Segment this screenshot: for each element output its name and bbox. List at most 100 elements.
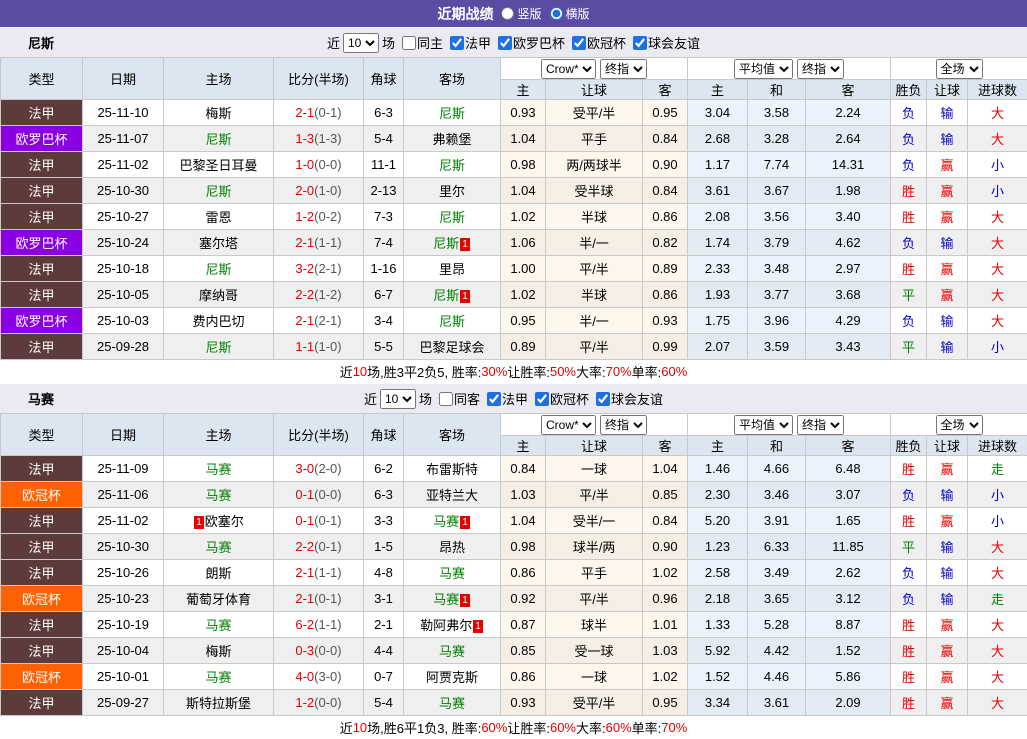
odds-home-cell: 1.03 xyxy=(501,482,546,508)
same-home-checkbox[interactable] xyxy=(402,36,416,50)
same-away-checkbox[interactable] xyxy=(439,392,453,406)
avg-draw-cell: 3.77 xyxy=(748,282,806,308)
result-cell: 胜 xyxy=(891,204,927,230)
horizontal-layout-option[interactable]: 横版 xyxy=(550,5,590,22)
home-team-cell: 斯特拉斯堡 xyxy=(164,690,274,716)
away-team-cell: 马赛 xyxy=(404,690,501,716)
team-label: 摩纳哥 xyxy=(199,288,238,303)
odds-source-select[interactable]: Crow* xyxy=(541,415,596,435)
odds-source-select[interactable]: Crow* xyxy=(541,59,596,79)
avg-time-select[interactable]: 终指 xyxy=(797,59,844,79)
avg-time-select[interactable]: 终指 xyxy=(797,415,844,435)
away-team-cell: 尼斯 xyxy=(404,308,501,334)
odds-handicap-cell: 平/半 xyxy=(546,256,643,282)
avg-away-cell: 1.65 xyxy=(806,508,891,534)
horizontal-layout-radio[interactable] xyxy=(550,7,563,20)
date-cell: 25-11-10 xyxy=(83,100,164,126)
team-label: 尼斯 xyxy=(439,106,465,121)
odds-time-select[interactable]: 终指 xyxy=(600,415,647,435)
goals-result-cell: 小 xyxy=(968,178,1027,204)
corner-cell: 6-3 xyxy=(364,100,404,126)
result-cell: 胜 xyxy=(891,638,927,664)
match-count-select[interactable]: 10 xyxy=(380,389,416,409)
odds-home-cell: 0.85 xyxy=(501,638,546,664)
odds-home-cell: 0.84 xyxy=(501,456,546,482)
vertical-layout-option[interactable]: 竖版 xyxy=(501,5,541,22)
odds-away-cell: 1.01 xyxy=(643,612,688,638)
avg-away-cell: 4.29 xyxy=(806,308,891,334)
team-label: 马赛 xyxy=(205,462,231,477)
league-filter-europa[interactable]: 欧罗巴杯 xyxy=(494,33,565,52)
europa-checkbox[interactable] xyxy=(498,36,512,50)
summary-segment: 60% xyxy=(481,720,507,735)
odds-home-cell: 0.95 xyxy=(501,308,546,334)
league-filter-ucl[interactable]: 欧冠杯 xyxy=(531,389,589,408)
same-away-option[interactable]: 同客 xyxy=(435,389,480,408)
result-cell: 胜 xyxy=(891,456,927,482)
odds-handicap-cell: 受一球 xyxy=(546,638,643,664)
home-team-cell: 葡萄牙体育 xyxy=(164,586,274,612)
match-row: 法甲25-11-10梅斯2-1(0-1)6-3尼斯0.93受平/半0.953.0… xyxy=(1,100,1027,126)
goals-result-cell: 大 xyxy=(968,690,1027,716)
halftime-score: (1-0) xyxy=(314,183,341,198)
scope-select[interactable]: 全场 xyxy=(936,59,983,79)
avg-source-select[interactable]: 平均值 xyxy=(734,59,793,79)
league-filter-friendly[interactable]: 球会友谊 xyxy=(592,389,663,408)
league-cell: 欧冠杯 xyxy=(1,586,83,612)
corner-cell: 6-3 xyxy=(364,482,404,508)
team-label: 巴黎圣日耳曼 xyxy=(179,158,257,173)
handicap-result-cell: 赢 xyxy=(927,178,968,204)
col-avg-draw: 和 xyxy=(748,80,806,100)
home-team-cell: 马赛 xyxy=(164,482,274,508)
goals-result-cell: 走 xyxy=(968,456,1027,482)
avg-draw-cell: 3.48 xyxy=(748,256,806,282)
odds-handicap-cell: 平/半 xyxy=(546,334,643,360)
col-goals: 进球数 xyxy=(968,436,1027,456)
odds-home-cell: 0.89 xyxy=(501,334,546,360)
friendly-checkbox[interactable] xyxy=(596,392,610,406)
home-team-cell: 梅斯 xyxy=(164,638,274,664)
scope-select[interactable]: 全场 xyxy=(936,415,983,435)
ligue1-checkbox[interactable] xyxy=(450,36,464,50)
match-count-select[interactable]: 10 xyxy=(343,33,379,53)
avg-source-select[interactable]: 平均值 xyxy=(734,415,793,435)
score-cell: 0-3(0-0) xyxy=(274,638,364,664)
match-row: 法甲25-10-04梅斯0-3(0-0)4-4马赛0.85受一球1.035.92… xyxy=(1,638,1027,664)
friendly-checkbox[interactable] xyxy=(633,36,647,50)
league-cell: 欧罗巴杯 xyxy=(1,308,83,334)
fulltime-score: 1-2 xyxy=(295,695,314,710)
league-filter-ligue1[interactable]: 法甲 xyxy=(446,33,491,52)
result-cell: 胜 xyxy=(891,612,927,638)
team-label: 马赛 xyxy=(205,540,231,555)
avg-home-cell: 2.58 xyxy=(688,560,748,586)
result-cell: 负 xyxy=(891,482,927,508)
league-filter-friendly[interactable]: 球会友谊 xyxy=(629,33,700,52)
ucl-checkbox[interactable] xyxy=(535,392,549,406)
avg-group-header: 平均值终指 xyxy=(688,414,891,436)
results-table-nice: 类型 日期 主场 比分(半场) 角球 客场 Crow*终指 平均值终指 全场 主… xyxy=(0,57,1027,360)
odds-time-select[interactable]: 终指 xyxy=(600,59,647,79)
team-label: 欧塞尔 xyxy=(205,514,244,529)
avg-away-cell: 3.68 xyxy=(806,282,891,308)
avg-away-cell: 6.48 xyxy=(806,456,891,482)
goals-result-cell: 小 xyxy=(968,334,1027,360)
same-home-option[interactable]: 同主 xyxy=(398,33,443,52)
result-cell: 负 xyxy=(891,126,927,152)
league-filter-ucl[interactable]: 欧冠杯 xyxy=(568,33,626,52)
team-label: 里尔 xyxy=(439,184,465,199)
vertical-layout-radio[interactable] xyxy=(501,7,514,20)
match-row: 法甲25-09-27斯特拉斯堡1-2(0-0)5-4马赛0.93受平/半0.95… xyxy=(1,690,1027,716)
summary-segment: 场,胜6平1负3, 胜率: xyxy=(367,718,481,737)
avg-home-cell: 2.08 xyxy=(688,204,748,230)
league-filter-ligue1[interactable]: 法甲 xyxy=(483,389,528,408)
odds-away-cell: 1.02 xyxy=(643,664,688,690)
fulltime-score: 2-1 xyxy=(295,235,314,250)
games-label: 场 xyxy=(419,389,432,408)
ucl-checkbox[interactable] xyxy=(572,36,586,50)
avg-home-cell: 2.68 xyxy=(688,126,748,152)
handicap-result-cell: 赢 xyxy=(927,282,968,308)
result-cell: 平 xyxy=(891,282,927,308)
fulltime-score: 2-1 xyxy=(295,591,314,606)
team-label: 尼斯 xyxy=(439,158,465,173)
ligue1-checkbox[interactable] xyxy=(487,392,501,406)
